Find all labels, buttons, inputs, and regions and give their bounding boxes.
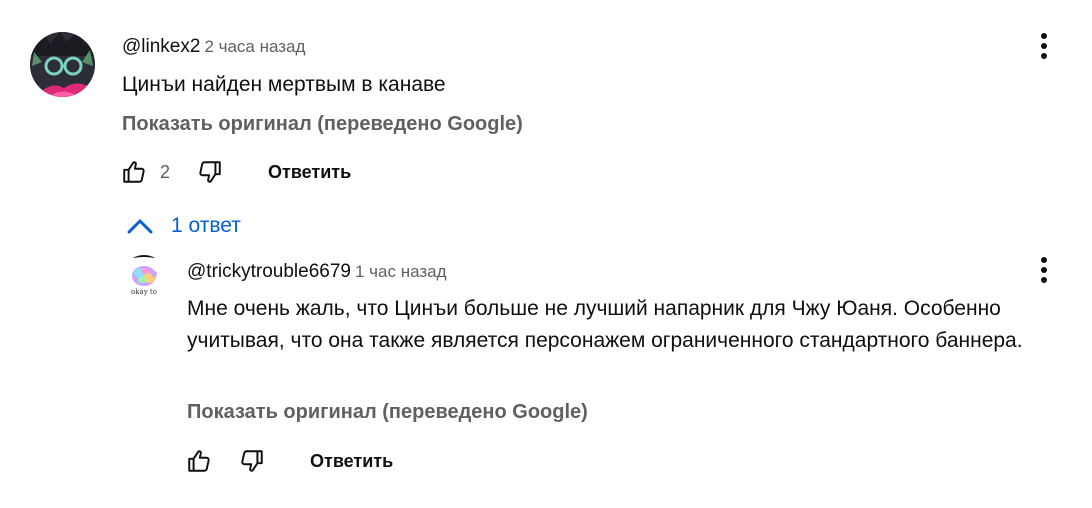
reply-button[interactable]: Ответить <box>268 162 351 183</box>
reply-reply-button[interactable]: Ответить <box>310 451 393 472</box>
reply-like-button[interactable] <box>182 444 216 478</box>
reply-text: Мне очень жаль, что Цинъи больше не лучш… <box>187 297 1023 352</box>
comment-author-handle[interactable]: @linkex2 <box>122 36 200 58</box>
comment-timestamp[interactable]: 2 часа назад <box>204 37 305 57</box>
replies-toggle[interactable]: 1 ответ <box>127 214 241 238</box>
more-vert-icon <box>1041 33 1047 59</box>
dislike-button[interactable] <box>193 155 227 189</box>
reply-author-handle[interactable]: @trickytrouble6679 <box>187 261 351 283</box>
show-original-link[interactable]: Показать оригинал (переведено Google) <box>122 113 523 136</box>
reply-timestamp[interactable]: 1 час назад <box>355 262 447 282</box>
replies-count-label: 1 ответ <box>171 214 241 237</box>
thumbs-down-icon <box>241 450 263 472</box>
reply-dislike-button[interactable] <box>235 444 269 478</box>
like-count: 2 <box>160 162 171 182</box>
reply-menu-button[interactable] <box>1029 250 1059 290</box>
like-button[interactable] <box>117 155 151 189</box>
reply-avatar[interactable]: okay to <box>122 255 166 299</box>
comment-menu-button[interactable] <box>1029 26 1059 66</box>
thumbs-up-icon <box>123 161 145 183</box>
comment-text: Цинъи найден мертвым в канаве <box>122 73 446 96</box>
avatar-caption: okay to <box>131 288 157 296</box>
thumbs-down-icon <box>199 161 221 183</box>
thumbs-up-icon <box>188 450 210 472</box>
chevron-up-icon <box>127 219 153 234</box>
avatar[interactable] <box>30 32 95 97</box>
reply-show-original-link[interactable]: Показать оригинал (переведено Google) <box>187 401 588 424</box>
more-vert-icon <box>1041 257 1047 283</box>
